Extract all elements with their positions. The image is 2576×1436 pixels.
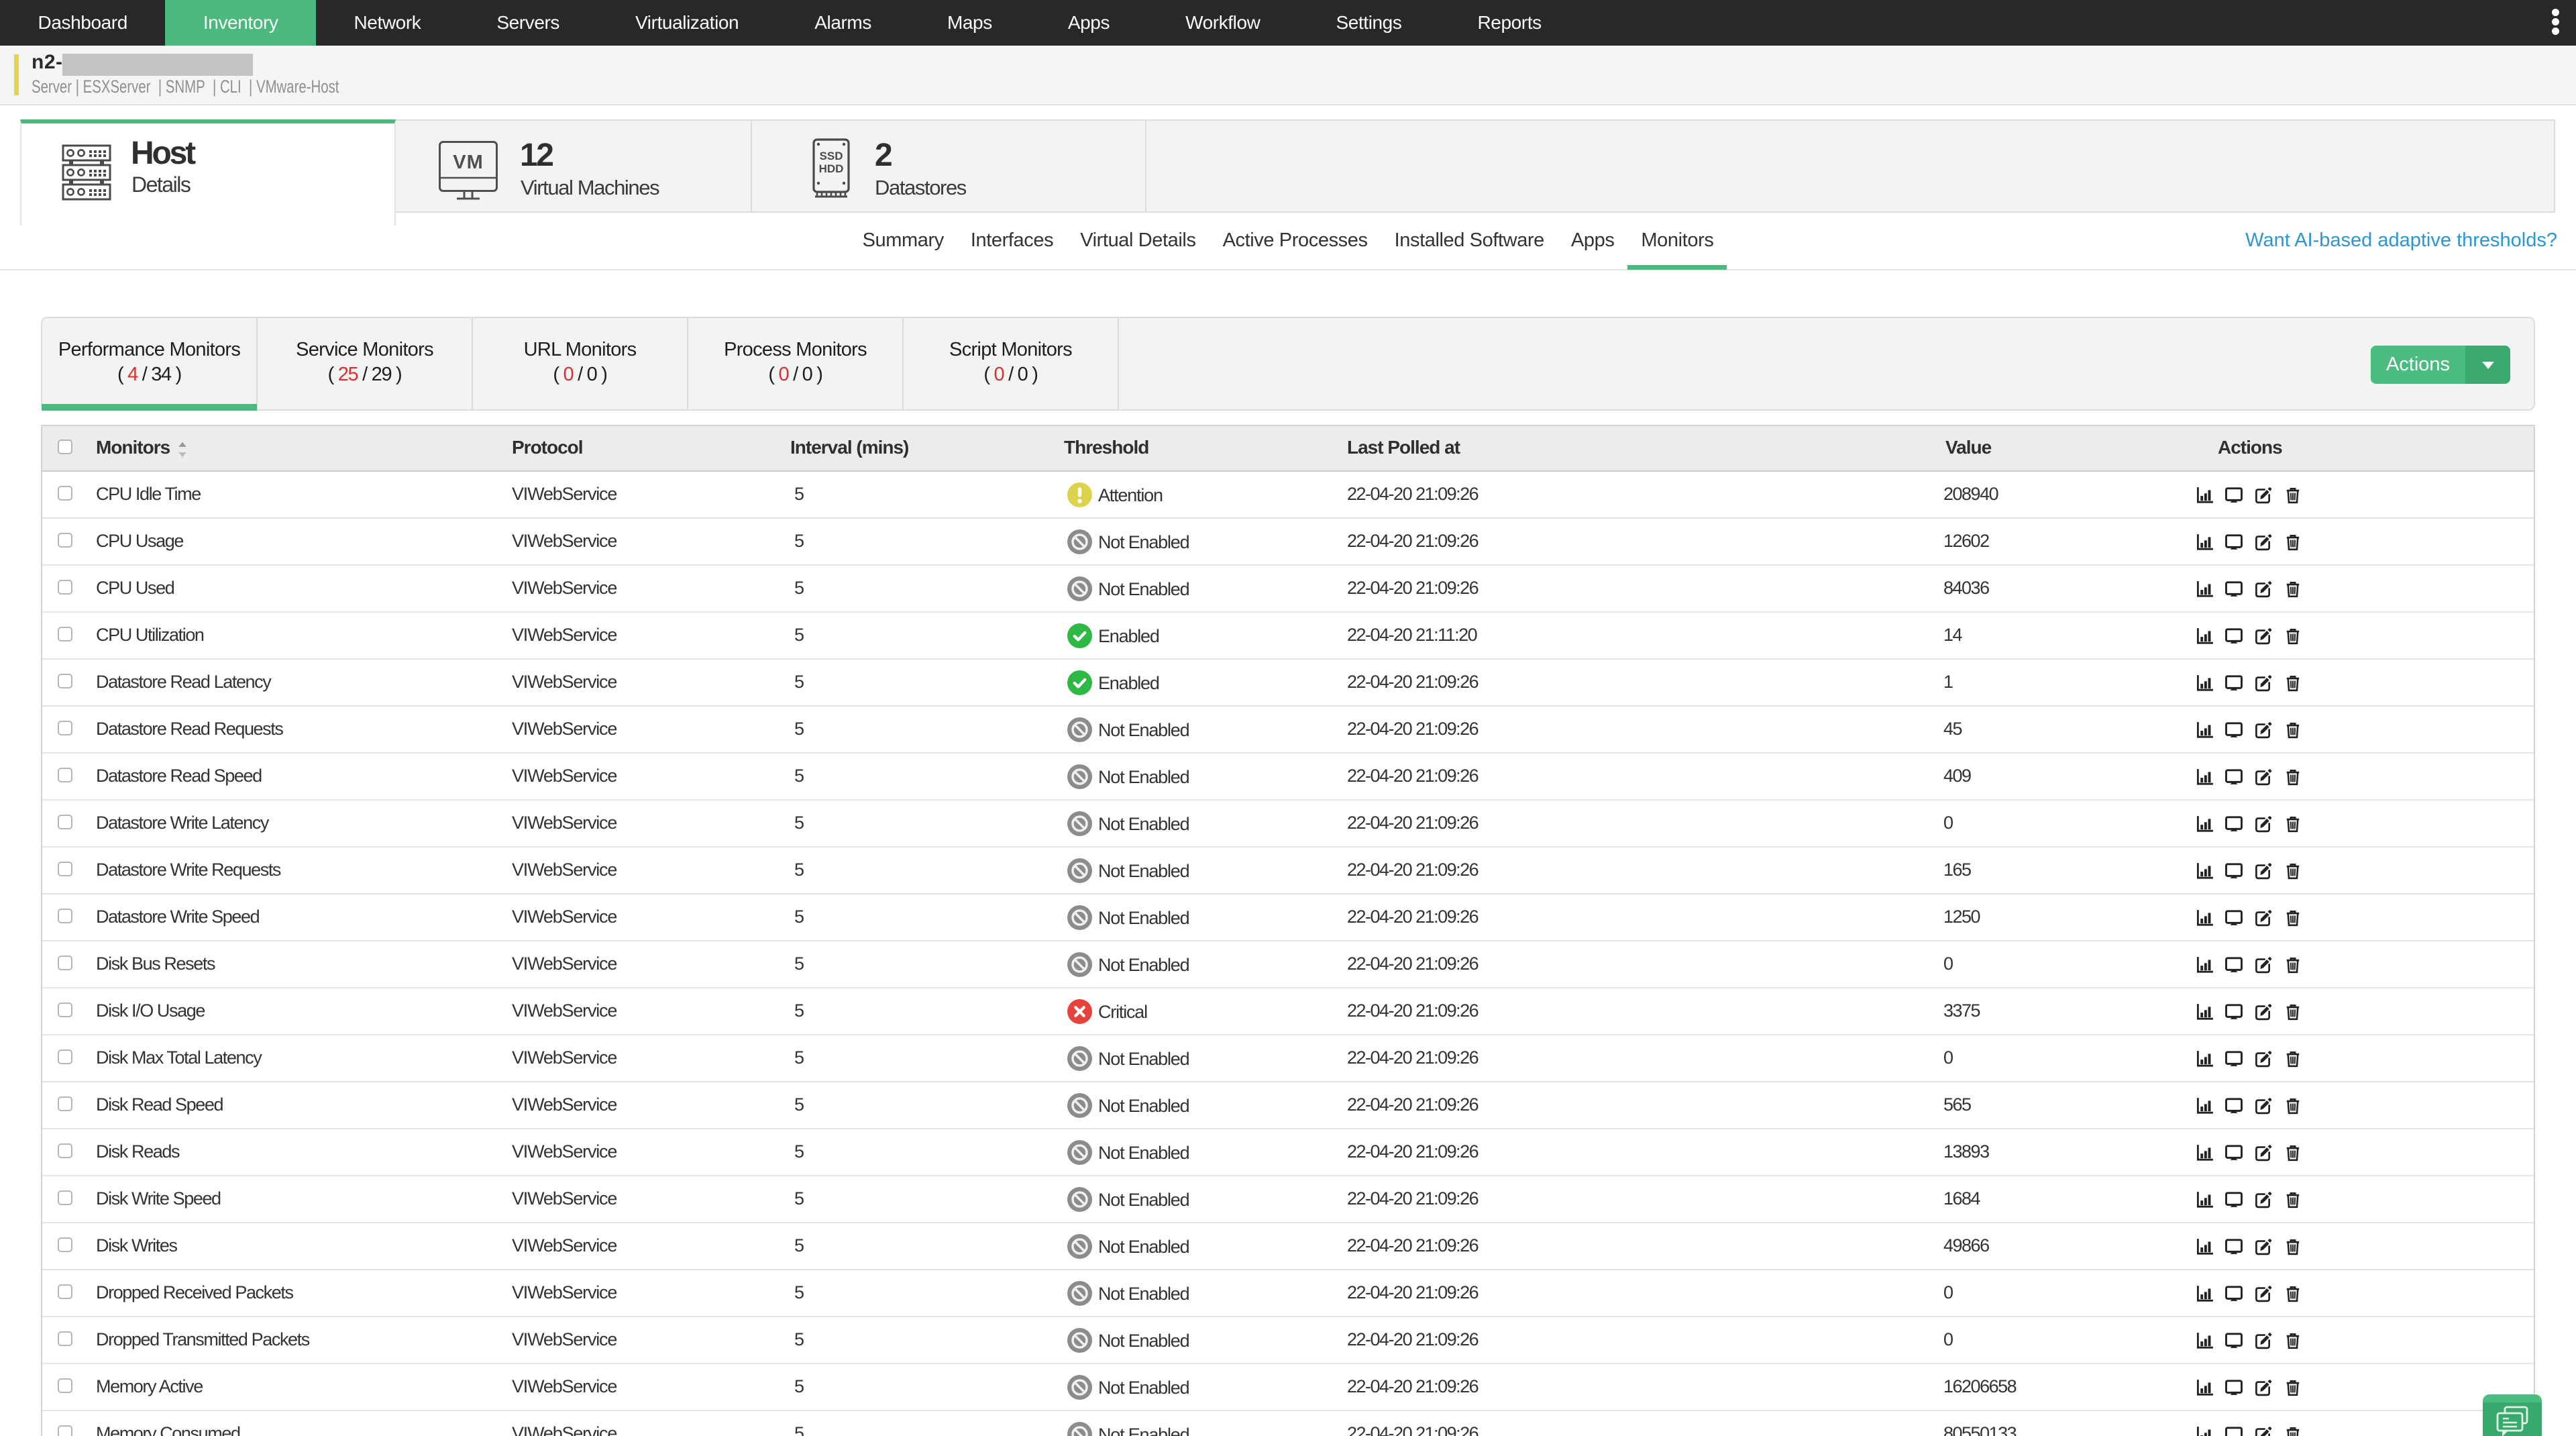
svg-text:VM: VM	[453, 152, 484, 173]
svg-text:SSD: SSD	[820, 150, 843, 162]
svg-text:HDD: HDD	[819, 162, 844, 175]
